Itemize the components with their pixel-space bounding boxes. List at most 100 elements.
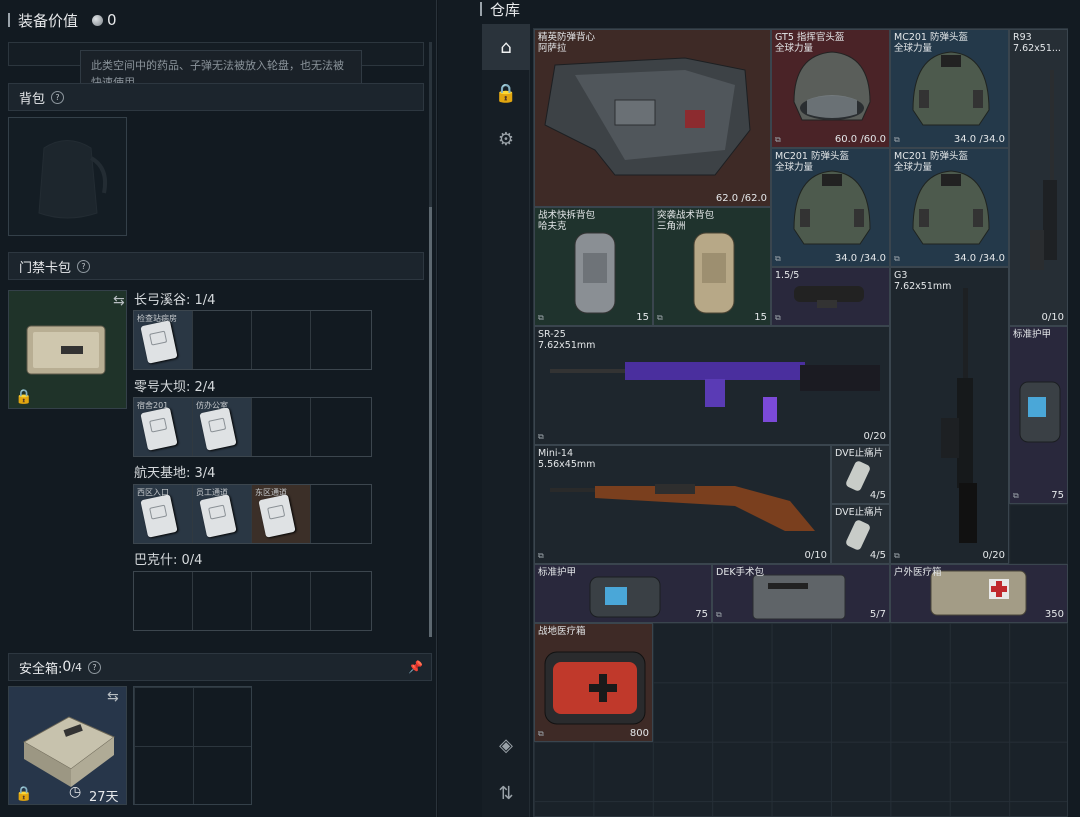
item-standard-armor[interactable]: 标准护甲 75 [534,564,712,623]
item-tag-icon: ⧉ [538,432,544,441]
item-tag-icon: ⧉ [775,135,781,144]
keycard-icon [258,494,296,538]
sort-icon[interactable]: ⇅ [482,770,530,816]
keycard-icon [140,320,178,364]
keycard-slot[interactable] [311,485,370,543]
backpack-title: 背包 [19,91,46,107]
keycard-slot[interactable] [193,572,252,630]
map-label: 长弓溪谷: 1/4 [134,293,216,308]
item-dve-painkiller[interactable]: DVE止痛片 4/5 [831,504,890,564]
pin-icon[interactable]: 📌 [408,660,423,674]
map-label: 巴克什: 0/4 [134,553,203,568]
safebox-grid[interactable] [133,686,252,805]
item-mc201-helmet[interactable]: MC201 防弹头盔 全球力量 ⧉ 34.0 /34.0 [890,29,1009,148]
safebox-title: 安全箱: [19,661,63,677]
gear-icon[interactable]: ⚙ [482,116,530,162]
item-sr25-rifle[interactable]: SR-25 7.62x51mm ⧉ 0/20 [534,326,890,445]
keycard-slot[interactable] [311,311,370,369]
swap-icon[interactable]: ⇆ [113,293,125,309]
equipment-panel: 装备价值 0 此类空间中的药品、子弹无法被放入轮盘，也无法被快速使用 背包 ? … [0,0,437,817]
keycard-slot[interactable]: 东区通道 [252,485,311,543]
item-g3-rifle[interactable]: G3 7.62x51mm ⧉ 0/20 [890,267,1009,564]
keycard-slot[interactable]: 仿办公室 [193,398,252,456]
keycard-slot[interactable] [252,398,311,456]
backpack-section-header: 背包 ? [8,83,424,111]
keycard-icon [140,494,178,538]
keycard-slot[interactable] [193,311,252,369]
item-tag-icon: ⧉ [894,551,900,560]
keycard-slot[interactable]: 西区入口 [134,485,193,543]
scrollbar[interactable] [429,42,432,637]
item-tag-icon: ⧉ [538,313,544,322]
keycard-slot[interactable] [252,572,311,630]
map-label: 零号大坝: 2/4 [134,380,216,395]
item-dek-surgery-kit[interactable]: DEK手术包 ⧉ 5/7 [712,564,890,623]
help-icon[interactable]: ? [51,90,65,104]
safebox-count: 0 [62,659,72,675]
item-tag-icon: ⧉ [775,254,781,263]
rifle-icon [941,288,977,543]
keycard-slot[interactable]: 宿舍201 [134,398,193,456]
keycard-row: 宿舍201 仿办公室 [133,397,372,457]
equipment-value-header: 装备价值 0 [8,2,117,38]
keycard-slot[interactable] [311,572,370,630]
keycard-row: 检查站病房 [133,310,372,370]
timer-icon: ◷ [69,784,82,800]
lock-icon: 🔒 [15,786,33,802]
item-mc201-helmet[interactable]: MC201 防弹头盔 全球力量 ⧉ 34.0 /34.0 [771,148,890,267]
item-r93-rifle[interactable]: R93 7.62x51... 0/10 [1009,29,1068,326]
warehouse-panel: 仓库 ⌂ 🔒 ⚙ ◈ ⇅ 精英防弹背心 阿萨拉 62.0 /62.0 GT5 指… [438,0,1080,817]
keycard-title: 门禁卡包 [19,260,72,276]
map-label: 航天基地: 3/4 [134,466,216,481]
keycard-slot[interactable]: 检查站病房 [134,311,193,369]
equipment-value-label: 装备价值 [18,11,79,30]
item-tag-icon: ⧉ [1013,491,1019,500]
backpack-slot[interactable] [8,117,127,236]
keycard-case-slot[interactable]: ⇆ 🔒 [8,290,127,409]
warehouse-sidebar: ⌂ 🔒 ⚙ ◈ ⇅ [482,24,530,817]
warehouse-header: 仓库 [480,0,520,27]
item-assault-backpack[interactable]: 突袭战术背包 三角洲 ⧉ 15 [653,207,771,326]
keycard-slot[interactable] [252,311,311,369]
help-icon[interactable]: ? [77,259,91,273]
keycard-slot[interactable] [134,572,193,630]
item-scope[interactable]: 1.5/5 ⧉ [771,267,890,326]
item-gt5-helmet[interactable]: GT5 指挥官头盔 全球力量 ⧉ 60.0 /60.0 [771,29,890,148]
warehouse-title: 仓库 [490,0,521,19]
scrollbar-thumb[interactable] [429,207,432,637]
warehouse-grid: 精英防弹背心 阿萨拉 62.0 /62.0 GT5 指挥官头盔 全球力量 ⧉ 6… [533,28,1068,817]
equipment-value-amount: 0 [107,11,117,29]
keycard-row: 西区入口 员工通道 东区通道 [133,484,372,544]
rifle-icon [1030,70,1057,270]
swap-icon[interactable]: ⇆ [107,689,119,705]
keycard-section-header: 门禁卡包 ? [8,252,424,280]
keycard-slot[interactable] [311,398,370,456]
keycard-icon [140,407,178,451]
item-tag-icon: ⧉ [775,313,781,322]
keycard-icon [199,407,237,451]
item-standard-armor[interactable]: 标准护甲 ⧉ 75 [1009,326,1068,504]
keycard-icon [199,494,237,538]
help-icon[interactable]: ? [88,660,102,674]
item-elite-vest[interactable]: 精英防弹背心 阿萨拉 62.0 /62.0 [534,29,771,207]
layers-icon[interactable]: ◈ [482,722,530,768]
keycard-slot[interactable]: 员工通道 [193,485,252,543]
safebox-capacity: /4 [71,660,83,674]
safebox-days: 27天 [89,790,119,805]
item-mc201-helmet[interactable]: MC201 防弹头盔 全球力量 ⧉ 34.0 /34.0 [890,148,1009,267]
item-mini14-rifle[interactable]: Mini-14 5.56x45mm ⧉ 0/10 [534,445,831,564]
lock-icon[interactable]: 🔒 [482,70,530,116]
item-tag-icon: ⧉ [894,254,900,263]
safebox-slot[interactable]: ⇆ 🔒 ◷ 27天 [8,686,127,805]
coin-icon [92,14,104,26]
item-dve-painkiller[interactable]: DVE止痛片 4/5 [831,445,890,504]
item-outdoor-medkit[interactable]: 户外医疗箱 350 [890,564,1068,623]
keycard-row [133,571,372,631]
warehouse-home-icon[interactable]: ⌂ [482,24,530,70]
lock-icon: 🔒 [15,389,33,405]
armor-icon [1019,381,1061,443]
item-field-medkit[interactable]: 战地医疗箱 ⧉ 800 [534,623,653,742]
item-tactical-backpack[interactable]: 战术快拆背包 哈夫克 ⧉ 15 [534,207,653,326]
medkit-icon [544,651,646,725]
safebox-section-header: 安全箱: 0 /4 ? 📌 [8,653,432,681]
